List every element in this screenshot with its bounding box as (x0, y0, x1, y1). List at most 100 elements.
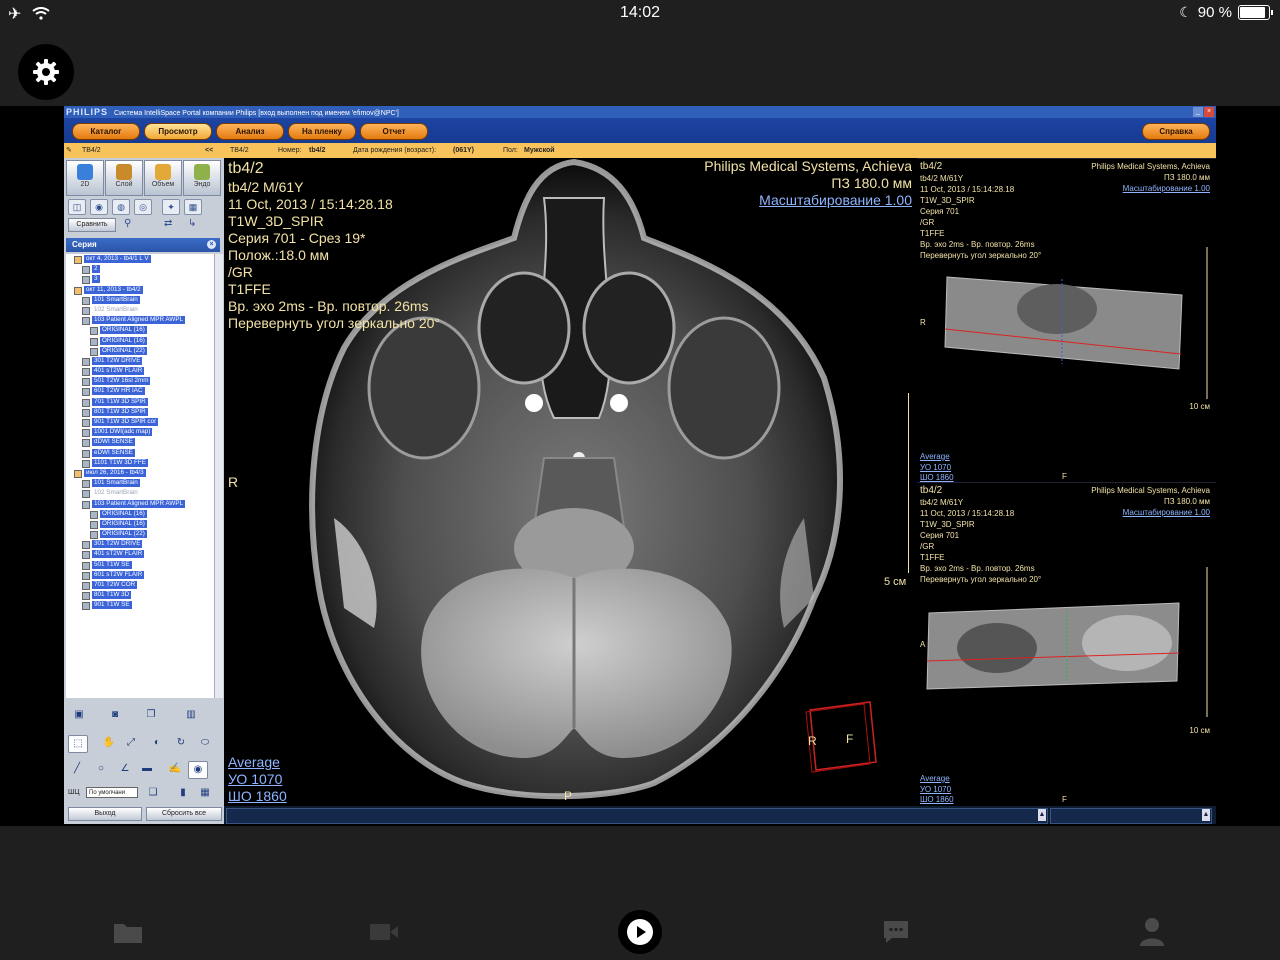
layout-grid-icon[interactable]: ▦ (184, 199, 202, 215)
coronal-viewport[interactable]: tb4/2 tb4/2 M/61Y 11 Oct, 2013 / 15:14:2… (917, 158, 1216, 483)
rotate-tool-icon[interactable]: ↻ (172, 735, 190, 751)
tree-series-row[interactable]: 801 T1W 3D (66, 590, 214, 601)
series-close-button[interactable]: × (207, 240, 216, 249)
video-button[interactable] (368, 918, 400, 946)
save-icon[interactable]: ▣ (70, 707, 88, 723)
rb-wl-width[interactable]: ШО 1860 (920, 794, 954, 805)
menu-catalog[interactable]: Каталог (72, 123, 140, 140)
tree-series-row[interactable]: 601 T2W HR IAC (66, 386, 214, 397)
select-tool-icon[interactable]: ⬚ (68, 735, 88, 753)
average-link[interactable]: Average (228, 754, 280, 771)
wl-preset-select[interactable]: По умолчани (86, 787, 138, 798)
tree-series-row[interactable]: 701 T1W 3D SPIR (66, 397, 214, 407)
tree-series-row[interactable]: 1001 DWI(adc map) (66, 427, 214, 438)
sagittal-viewport[interactable]: tb4/2 tb4/2 M/61Y 11 Oct, 2013 / 15:14:2… (917, 482, 1216, 807)
roi-tool-icon[interactable]: ◉ (188, 761, 208, 779)
line-tool-icon[interactable]: ╱ (68, 761, 86, 777)
layout-2-icon[interactable]: ◉ (90, 199, 108, 215)
reset-all-button[interactable]: Сбросить все (146, 807, 222, 821)
tree-series-row[interactable]: ORIGINAL (22) (66, 346, 214, 356)
tool-2d-button[interactable]: 2D (66, 160, 104, 196)
menu-report[interactable]: Отчет (360, 123, 428, 140)
tree-series-row[interactable]: 2 (66, 264, 214, 275)
tree-study-row[interactable]: июл 26, 2016 - tb4/3 (66, 468, 214, 478)
tree-series-row[interactable]: 301 T2W DRIVE (66, 539, 214, 550)
camera-icon[interactable]: ◙ (106, 707, 124, 723)
tree-series-row[interactable]: 102 SmartBrain (66, 305, 214, 315)
layout-4-icon[interactable]: ◎ (134, 199, 152, 215)
rb-average-link[interactable]: Average (920, 773, 950, 784)
tree-series-row[interactable]: 901 T1W 3D SPIR cor (66, 417, 214, 427)
ruler-tool-icon[interactable]: ▬ (138, 761, 156, 777)
scroll-up-icon[interactable]: ▲ (1038, 809, 1046, 821)
layout-5-icon[interactable]: ✦ (162, 199, 180, 215)
tree-series-row[interactable]: 101 SmartBrain (66, 295, 214, 305)
tool-slice-button[interactable]: Слой (105, 160, 143, 196)
tree-series-row[interactable]: 401 sT2W FLAIR (66, 366, 214, 377)
tree-series-row[interactable]: 3 (66, 274, 214, 285)
link-icon[interactable]: ⚲ (124, 218, 131, 229)
collapse-tab-button[interactable]: << (205, 143, 213, 158)
patient-tab[interactable]: ТВ4/2 (82, 143, 101, 158)
circle-tool-icon[interactable]: ○ (92, 761, 110, 777)
preset-icon[interactable]: ❏ (144, 785, 162, 801)
zoom-tool-icon[interactable]: ⤢ (122, 735, 140, 751)
tree-series-row[interactable]: 101 SmartBrain (66, 478, 214, 489)
menu-analysis[interactable]: Анализ (216, 123, 284, 140)
tool-volume-button[interactable]: Объем (144, 160, 182, 196)
tree-series-row[interactable]: 301 T2W DRIVE (66, 356, 214, 366)
window-width-link[interactable]: ШО 1860 (228, 788, 287, 805)
zoom-link[interactable]: Масштабирование 1.00 (759, 192, 912, 209)
tree-series-row[interactable]: 401 sT2W FLAIR (66, 549, 214, 560)
book-icon[interactable]: ▥ (182, 707, 200, 723)
menu-view[interactable]: Просмотр (144, 123, 212, 140)
grid-icon[interactable]: ▦ (196, 785, 214, 801)
tree-series-row[interactable]: 801 T1W 3D SPIR (66, 407, 214, 417)
tree-series-row[interactable]: ORIGINAL (16) (66, 509, 214, 519)
profile-button[interactable] (1136, 918, 1168, 946)
export-icon[interactable]: ↳ (188, 218, 196, 229)
tree-series-row[interactable]: ORIGINAL (16) (66, 519, 214, 529)
tree-study-row[interactable]: окт 4, 2013 - tb4/1 L V (66, 254, 214, 264)
tree-series-row[interactable]: 501 T1W SE (66, 560, 214, 570)
close-window-button[interactable]: × (1204, 107, 1214, 117)
rb-zoom-link[interactable]: Масштабирование 1.00 (1123, 507, 1210, 518)
tree-series-row[interactable]: dDWI SENSE (66, 437, 214, 448)
rt-average-link[interactable]: Average (920, 451, 950, 462)
tree-study-row[interactable]: окт 11, 2013 - tb4/2 (66, 285, 214, 295)
tree-series-row[interactable]: 701 T2W COR (66, 580, 214, 590)
pan-tool-icon[interactable]: ✋ (100, 735, 118, 751)
tree-series-row[interactable]: 601 sT2W FLAIR (66, 570, 214, 580)
tree-series-row[interactable]: 103 Patient Aligned MPR AWPL (66, 315, 214, 326)
chat-button[interactable] (880, 918, 912, 946)
tree-series-row[interactable]: eDWI SENSE (66, 448, 214, 458)
folder-button[interactable] (112, 918, 144, 946)
tree-series-row[interactable]: 901 T1W SE (66, 600, 214, 611)
minimize-button[interactable]: _ (1193, 107, 1203, 117)
tree-series-row[interactable]: 501 T2W 16sl 2mm (66, 376, 214, 387)
compare-button[interactable]: Сравнить (68, 218, 116, 232)
tree-series-row[interactable]: ORIGINAL (16) (66, 336, 214, 346)
copy-icon[interactable]: ❐ (142, 707, 160, 723)
annotation-tool-icon[interactable]: ✍ (166, 761, 184, 777)
layout-1-icon[interactable]: ◫ (68, 199, 86, 215)
exit-button[interactable]: Выход (68, 807, 142, 821)
window-level-link[interactable]: УО 1070 (228, 771, 282, 788)
pin-icon[interactable]: ✎ (66, 143, 72, 158)
tree-series-row[interactable]: 102 SmartBrain (66, 488, 214, 499)
tree-series-row[interactable]: ORIGINAL (22) (66, 529, 214, 540)
tree-series-row[interactable]: ORIGINAL (16) (66, 325, 214, 336)
main-viewport[interactable]: tb4/2 tb4/2 M/61Y 11 Oct, 2013 / 15:14:2… (224, 158, 916, 806)
tree-series-row[interactable]: 1101 T1W 3D FFE (66, 458, 214, 468)
series-scrollbar[interactable] (214, 254, 223, 698)
tree-series-row[interactable]: 103 Patient Aligned MPR AWPL (66, 499, 214, 509)
sync-icon[interactable]: ⇄ (164, 218, 172, 229)
settings-button[interactable] (18, 44, 74, 100)
rt-zoom-link[interactable]: Масштабирование 1.00 (1123, 183, 1210, 194)
angle-tool-icon[interactable]: ∠ (116, 761, 134, 777)
tool-endo-button[interactable]: Эндо (183, 160, 221, 196)
play-button[interactable] (618, 910, 662, 954)
menu-help[interactable]: Справка (1142, 123, 1210, 140)
layout-3-icon[interactable]: ◍ (112, 199, 130, 215)
wl-tool-icon[interactable]: ◐ (148, 735, 166, 751)
